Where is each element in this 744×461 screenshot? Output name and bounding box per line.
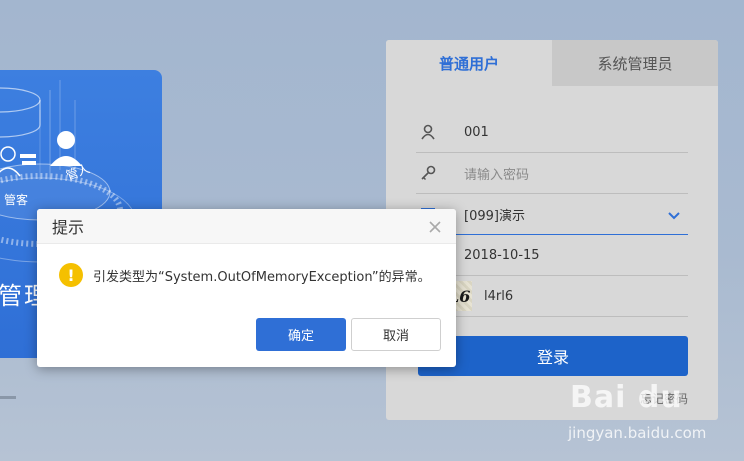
watermark-logo: Bai du (570, 380, 683, 415)
ok-button[interactable]: 确定 (256, 318, 346, 351)
password-placeholder: 请输入密码 (464, 167, 530, 183)
dialog-buttons: 确定 取消 (256, 318, 441, 351)
dialog-message: 引发类型为“System.OutOfMemoryException”的异常。 (93, 269, 431, 285)
alert-dialog: 提示 ! 引发类型为“System.OutOfMemoryException”的… (37, 209, 456, 367)
login-button[interactable]: 登录 (418, 336, 688, 376)
key-icon (418, 163, 438, 183)
dialog-body: ! 引发类型为“System.OutOfMemoryException”的异常。 (59, 263, 431, 287)
user-icon (418, 122, 438, 142)
account-set-select[interactable]: [099]演示 (416, 194, 688, 235)
account-set-value: [099]演示 (464, 208, 525, 224)
banner-label-1: 管客 (4, 192, 28, 207)
username-field[interactable]: 001 (416, 112, 688, 153)
warning-icon: ! (59, 263, 83, 287)
watermark-url: jingyan.baidu.com (568, 424, 707, 442)
chevron-down-icon[interactable] (668, 206, 680, 225)
dialog-title: 提示 (52, 218, 85, 237)
cancel-button[interactable]: 取消 (351, 318, 441, 351)
tab-normal-user[interactable]: 普通用户 (386, 40, 552, 86)
date-value: 2018-10-15 (464, 247, 540, 263)
captcha-field[interactable]: l4RL6 l4rl6 (416, 276, 688, 317)
dialog-header: 提示 (37, 209, 456, 244)
captcha-value: l4rl6 (484, 288, 514, 304)
login-form: 001 请输入密码 [099]演示 2018-10-15 l4RL6 l4rl6 (416, 112, 688, 317)
tab-system-admin[interactable]: 系统管理员 (552, 40, 718, 86)
close-icon[interactable] (428, 219, 442, 233)
baidu-watermark: Bai du jingyan.baidu.com (568, 380, 738, 458)
password-field[interactable]: 请输入密码 (416, 153, 688, 194)
banner-indicator[interactable] (0, 396, 16, 399)
username-value: 001 (464, 124, 489, 140)
login-tabs: 普通用户 系统管理员 (386, 40, 718, 86)
date-field[interactable]: 2018-10-15 (416, 235, 688, 276)
